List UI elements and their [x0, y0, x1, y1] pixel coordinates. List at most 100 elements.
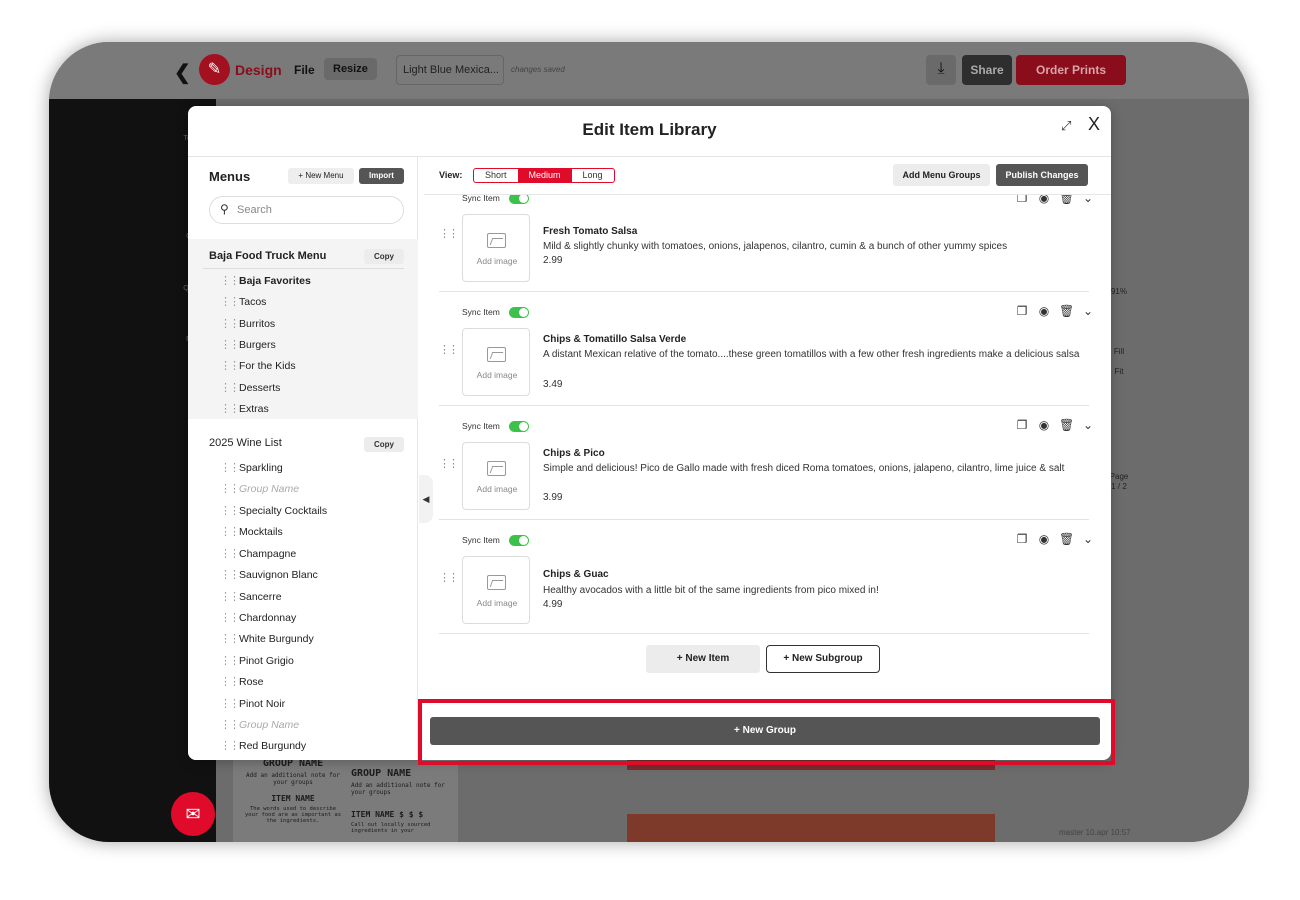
- trash-icon[interactable]: 🗑: [1059, 532, 1074, 546]
- drag-handle-icon[interactable]: ⋮⋮: [220, 632, 240, 645]
- group-item[interactable]: ⋮⋮ Mocktails: [203, 522, 408, 543]
- drag-handle-icon[interactable]: ⋮⋮: [220, 697, 240, 710]
- trash-icon[interactable]: 🗑: [1059, 418, 1074, 432]
- item-price[interactable]: 3.99: [543, 492, 562, 503]
- group-item[interactable]: ⋮⋮ For the Kids: [203, 356, 408, 377]
- item-name[interactable]: Chips & Pico: [543, 448, 605, 459]
- group-item[interactable]: ⋮⋮ Group Name: [203, 715, 408, 736]
- drag-handle-icon[interactable]: ⋮⋮: [220, 590, 240, 603]
- drag-handle-icon[interactable]: ⋮⋮: [220, 654, 240, 667]
- add-image-placeholder[interactable]: Add image: [462, 214, 530, 282]
- drag-handle-icon[interactable]: ⋮⋮: [220, 461, 240, 474]
- item-description[interactable]: Simple and delicious! Pico de Gallo made…: [543, 461, 1089, 476]
- import-button[interactable]: Import: [359, 168, 404, 184]
- drag-handle-icon[interactable]: ⋮⋮: [220, 739, 240, 752]
- drag-handle-icon[interactable]: ⋮⋮: [220, 338, 240, 351]
- group-item[interactable]: ⋮⋮ Chardonnay: [203, 608, 408, 629]
- view-long[interactable]: Long: [572, 169, 614, 182]
- new-menu-button[interactable]: + New Menu: [288, 168, 354, 184]
- chevron-down-icon[interactable]: ⌄: [1081, 532, 1095, 546]
- drag-handle-icon[interactable]: ⋮⋮: [220, 274, 240, 287]
- add-image-placeholder[interactable]: Add image: [462, 328, 530, 396]
- item-description[interactable]: A distant Mexican relative of the tomato…: [543, 347, 1089, 362]
- sync-toggle[interactable]: [509, 535, 529, 546]
- drag-handle-icon[interactable]: ⋮⋮: [220, 402, 240, 415]
- drag-handle-icon[interactable]: ⋮⋮: [439, 343, 459, 356]
- group-item[interactable]: ⋮⋮ Extras: [203, 399, 408, 420]
- eye-icon[interactable]: ◉: [1037, 195, 1051, 205]
- group-item[interactable]: ⋮⋮ Burritos: [203, 314, 408, 335]
- add-menu-groups-button[interactable]: Add Menu Groups: [893, 164, 990, 186]
- trash-icon[interactable]: 🗑: [1059, 304, 1074, 318]
- chevron-down-icon[interactable]: ⌄: [1081, 304, 1095, 318]
- drag-handle-icon[interactable]: ⋮⋮: [220, 381, 240, 394]
- search-input[interactable]: ⚲ Search: [209, 196, 404, 224]
- drag-handle-icon[interactable]: ⋮⋮: [220, 482, 240, 495]
- group-item[interactable]: ⋮⋮ Red Burgundy: [203, 736, 408, 757]
- drag-handle-icon[interactable]: ⋮⋮: [220, 611, 240, 624]
- drag-handle-icon[interactable]: ⋮⋮: [439, 227, 459, 240]
- eye-icon[interactable]: ◉: [1037, 418, 1051, 432]
- drag-handle-icon[interactable]: ⋮⋮: [220, 675, 240, 688]
- sync-toggle[interactable]: [509, 307, 529, 318]
- new-item-button[interactable]: + New Item: [646, 645, 760, 673]
- copy-icon[interactable]: ❐: [1015, 532, 1029, 546]
- download-icon[interactable]: ⤓: [926, 55, 956, 85]
- drag-handle-icon[interactable]: ⋮⋮: [220, 718, 240, 731]
- chevron-down-icon[interactable]: ⌄: [1081, 418, 1095, 432]
- drag-handle-icon[interactable]: ⋮⋮: [439, 457, 459, 470]
- share-button[interactable]: Share: [962, 55, 1012, 85]
- copy-icon[interactable]: ❐: [1015, 418, 1029, 432]
- group-item[interactable]: ⋮⋮ Pinot Grigio: [203, 651, 408, 672]
- group-item[interactable]: ⋮⋮ Sauvignon Blanc: [203, 565, 408, 586]
- eye-icon[interactable]: ◉: [1037, 532, 1051, 546]
- item-description[interactable]: Healthy avocados with a little bit of th…: [543, 583, 1089, 598]
- publish-changes-button[interactable]: Publish Changes: [996, 164, 1088, 186]
- add-image-placeholder[interactable]: Add image: [462, 442, 530, 510]
- item-price[interactable]: 2.99: [543, 255, 562, 266]
- drag-handle-icon[interactable]: ⋮⋮: [220, 295, 240, 308]
- group-item[interactable]: ⋮⋮ Burgers: [203, 335, 408, 356]
- menu-name[interactable]: 2025 Wine List: [209, 437, 282, 449]
- drag-handle-icon[interactable]: ⋮⋮: [220, 568, 240, 581]
- item-description[interactable]: Mild & slightly chunky with tomatoes, on…: [543, 239, 1089, 254]
- copy-menu-button[interactable]: Copy: [364, 437, 404, 452]
- eye-icon[interactable]: ◉: [1037, 304, 1051, 318]
- view-short[interactable]: Short: [474, 169, 518, 182]
- group-item[interactable]: ⋮⋮ Tacos: [203, 292, 408, 313]
- group-item[interactable]: ⋮⋮ Desserts: [203, 378, 408, 399]
- add-image-placeholder[interactable]: Add image: [462, 556, 530, 624]
- view-medium[interactable]: Medium: [517, 169, 572, 182]
- copy-menu-button[interactable]: Copy: [364, 249, 404, 264]
- group-item[interactable]: ⋮⋮ Champagne: [203, 544, 408, 565]
- copy-icon[interactable]: ❐: [1015, 195, 1029, 205]
- group-item[interactable]: ⋮⋮ Rose: [203, 672, 408, 693]
- drag-handle-icon[interactable]: ⋮⋮: [220, 525, 240, 538]
- sync-toggle[interactable]: [509, 195, 529, 204]
- item-price[interactable]: 4.99: [543, 599, 562, 610]
- group-item[interactable]: ⋮⋮ White Burgundy: [203, 629, 408, 650]
- group-item[interactable]: ⋮⋮ Baja Favorites: [203, 271, 408, 292]
- drag-handle-icon[interactable]: ⋮⋮: [220, 504, 240, 517]
- trash-icon[interactable]: 🗑: [1059, 195, 1074, 205]
- new-subgroup-button[interactable]: + New Subgroup: [766, 645, 880, 673]
- back-chevron-icon[interactable]: ❮: [174, 60, 191, 85]
- item-name[interactable]: Chips & Tomatillo Salsa Verde: [543, 334, 686, 345]
- expand-icon[interactable]: ⤢: [1061, 118, 1071, 134]
- chat-icon[interactable]: ✉: [171, 792, 215, 836]
- drag-handle-icon[interactable]: ⋮⋮: [439, 571, 459, 584]
- chevron-down-icon[interactable]: ⌄: [1081, 195, 1095, 205]
- resize-button[interactable]: Resize: [324, 58, 377, 80]
- file-menu[interactable]: File: [294, 63, 315, 77]
- item-name[interactable]: Fresh Tomato Salsa: [543, 226, 637, 237]
- close-icon[interactable]: X: [1088, 114, 1100, 135]
- item-name[interactable]: Chips & Guac: [543, 569, 609, 580]
- order-prints-button[interactable]: Order Prints: [1016, 55, 1126, 85]
- document-name-field[interactable]: Light Blue Mexica...: [396, 55, 504, 85]
- drag-handle-icon[interactable]: ⋮⋮: [220, 317, 240, 330]
- sync-toggle[interactable]: [509, 421, 529, 432]
- group-item[interactable]: ⋮⋮ Group Name: [203, 479, 408, 500]
- group-item[interactable]: ⋮⋮ Sparkling: [203, 458, 408, 479]
- copy-icon[interactable]: ❐: [1015, 304, 1029, 318]
- item-price[interactable]: 3.49: [543, 379, 562, 390]
